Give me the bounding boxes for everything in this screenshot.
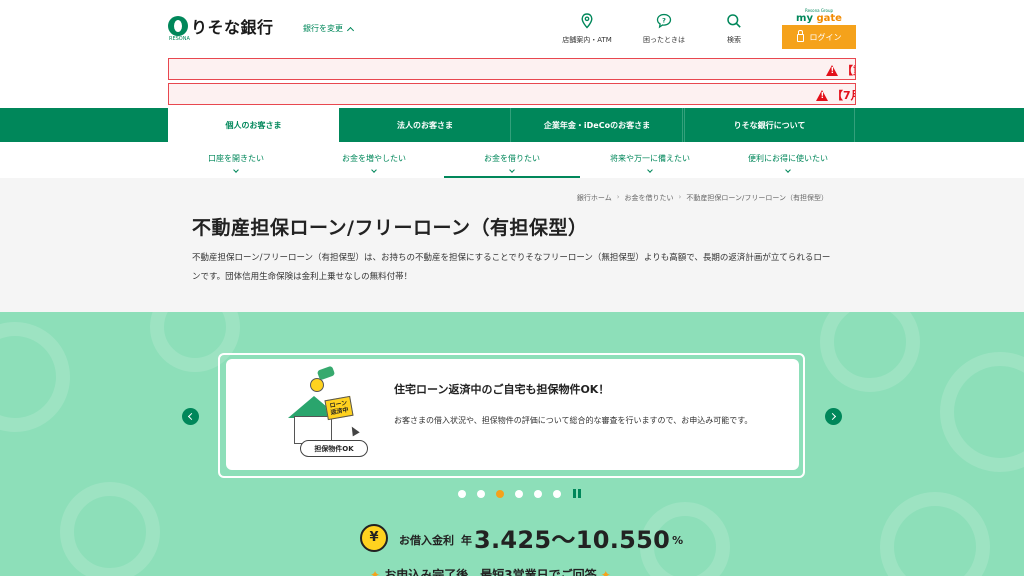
- carousel-dot[interactable]: [515, 489, 523, 498]
- loan-tag-line2: 返済中: [330, 406, 350, 417]
- chevron-down-icon: [785, 167, 791, 173]
- mygate-logo-text: my gate: [782, 13, 856, 24]
- logo-subtext: RESONA: [169, 36, 190, 42]
- rate-prefix: 年: [461, 534, 472, 547]
- main-nav-pension-ideco[interactable]: 企業年金・iDeCoのお客さま: [512, 108, 683, 142]
- background-decoration: [60, 482, 160, 576]
- sparkle-icon: ✦: [370, 568, 385, 576]
- nav-store-atm[interactable]: 店舗案内・ATM: [558, 13, 616, 45]
- cursor-icon: [348, 424, 360, 437]
- warning-icon: [816, 89, 828, 101]
- response-time-note: ✦ お申込み完了後、最短3営業日でご回答 ✦: [370, 566, 611, 576]
- response-time-text: お申込み完了後、最短3営業日でご回答: [384, 568, 597, 576]
- chevron-down-icon: [509, 167, 515, 173]
- bank-change-label: 銀行を変更: [303, 24, 343, 33]
- site-header: りそな銀行 RESONA 銀行を変更 店舗案内・ATM ? 困ったときは 検索 …: [0, 0, 1024, 56]
- page-description: 不動産担保ローン/フリーローン（有担保型）は、お持ちの不動産を担保にすることでり…: [192, 253, 831, 282]
- sub-nav-label: 口座を開きたい: [208, 154, 264, 163]
- alert-text: 【重: [842, 64, 855, 77]
- resona-logo[interactable]: りそな銀行: [168, 14, 274, 38]
- carousel-dot[interactable]: [553, 489, 561, 498]
- login-button[interactable]: ログイン: [782, 25, 856, 49]
- sub-nav-borrow-money[interactable]: お金を借りたい: [444, 142, 580, 178]
- chevron-down-icon: [647, 167, 653, 173]
- background-decoration: [0, 322, 70, 432]
- collateral-ok-badge: 担保物件OK: [300, 440, 368, 457]
- yen-coin-icon: ¥: [360, 523, 388, 552]
- carousel-dot-active[interactable]: [496, 489, 504, 498]
- chevron-down-icon: [233, 167, 239, 173]
- sparkle-icon: ✦: [596, 568, 611, 576]
- background-decoration: [880, 492, 990, 576]
- search-icon: [727, 14, 741, 28]
- breadcrumb-separator: ›: [616, 193, 620, 201]
- breadcrumb-borrow[interactable]: お金を借りたい: [625, 193, 674, 203]
- carousel-indicators: [458, 489, 581, 498]
- breadcrumb: 銀行ホーム › お金を借りたい › 不動産担保ローン/フリーローン（有担保型）: [577, 193, 828, 203]
- chevron-down-icon: [371, 167, 377, 173]
- help-bubble-icon: ?: [656, 13, 672, 29]
- bank-change-toggle[interactable]: 銀行を変更: [303, 23, 355, 34]
- logo-text: りそな銀行: [191, 18, 274, 37]
- carousel-dot[interactable]: [534, 489, 542, 498]
- breadcrumb-home[interactable]: 銀行ホーム: [577, 193, 612, 203]
- page-title: 不動産担保ローン/フリーローン（有担保型）: [192, 217, 588, 239]
- nav-help[interactable]: ? 困ったときは: [638, 13, 690, 45]
- nav-search[interactable]: 検索: [719, 13, 749, 45]
- nav-search-label: 検索: [727, 36, 741, 44]
- chevron-right-icon: [828, 412, 837, 421]
- nav-help-label: 困ったときは: [643, 36, 685, 44]
- alert-text: 【7月: [832, 89, 855, 102]
- breadcrumb-separator: ›: [678, 193, 682, 201]
- svg-text:?: ?: [662, 16, 666, 24]
- breadcrumb-current: 不動産担保ローン/フリーローン（有担保型）: [686, 194, 828, 202]
- carousel-dot[interactable]: [477, 489, 485, 498]
- login-button-label: ログイン: [809, 32, 842, 42]
- background-decoration: [820, 312, 920, 392]
- slide-text: お客さまの借入状況や、担保物件の評価について総合的な審査を行いますので、お申込み…: [394, 416, 753, 425]
- carousel-prev-button[interactable]: [182, 408, 199, 425]
- sub-nav-grow-money[interactable]: お金を増やしたい: [306, 142, 442, 178]
- chevron-left-icon: [187, 412, 196, 421]
- sub-nav-open-account[interactable]: 口座を開きたい: [168, 142, 304, 178]
- page-header: 銀行ホーム › お金を借りたい › 不動産担保ローン/フリーローン（有担保型） …: [0, 178, 1024, 312]
- coin-icon: [310, 378, 324, 392]
- main-nav-corporate[interactable]: 法人のお客さま: [340, 108, 511, 142]
- carousel-dot[interactable]: [458, 489, 466, 498]
- rate-unit: %: [672, 534, 684, 547]
- house-illustration: ローン 返済中 担保物件OK: [284, 365, 374, 460]
- resona-logo-mark-icon: [168, 16, 188, 36]
- carousel-next-button[interactable]: [825, 408, 842, 425]
- carousel-slide[interactable]: ローン 返済中 担保物件OK 住宅ローン返済中のご自宅も担保物件OK！ お客さま…: [226, 359, 799, 470]
- hero-carousel: ローン 返済中 担保物件OK 住宅ローン返済中のご自宅も担保物件OK！ お客さま…: [0, 312, 1024, 576]
- warning-icon: [826, 64, 838, 76]
- slide-title: 住宅ローン返済中のご自宅も担保物件OK！: [394, 383, 610, 396]
- sub-nav: 口座を開きたい お金を増やしたい お金を借りたい 将来や万一に備えたい 便利にお…: [0, 142, 1024, 178]
- sub-nav-label: お金を増やしたい: [342, 154, 406, 163]
- alert-banner[interactable]: 【重: [168, 58, 856, 80]
- loan-repaying-tag: ローン 返済中: [324, 395, 354, 421]
- sub-nav-convenient[interactable]: 便利にお得に使いたい: [720, 142, 856, 178]
- mygate-logo-pre: my: [796, 13, 817, 24]
- main-nav-about[interactable]: りそな銀行について: [684, 108, 855, 142]
- sub-nav-label: お金を借りたい: [484, 154, 540, 163]
- main-nav-personal[interactable]: 個人のお客さま: [168, 108, 339, 142]
- nav-store-atm-label: 店舗案内・ATM: [562, 36, 612, 44]
- sub-nav-label: 将来や万一に備えたい: [610, 154, 690, 163]
- rate-label: お借入金利: [399, 534, 454, 547]
- lock-icon: [796, 30, 804, 42]
- main-nav: 個人のお客さま 法人のお客さま 企業年金・iDeCoのお客さま りそな銀行につい…: [0, 108, 1024, 142]
- background-decoration: [940, 352, 1024, 472]
- interest-rate: ¥ お借入金利 年 3.425～10.550 %: [360, 520, 683, 555]
- pause-icon[interactable]: [573, 489, 581, 498]
- rate-value: 3.425～10.550: [474, 526, 671, 554]
- sub-nav-prepare-future[interactable]: 将来や万一に備えたい: [582, 142, 718, 178]
- mygate-logo-post: gate: [816, 13, 842, 24]
- location-pin-icon: [581, 13, 593, 29]
- alert-banner[interactable]: 【7月: [168, 83, 856, 105]
- sub-nav-label: 便利にお得に使いたい: [748, 154, 828, 163]
- mygate-logo[interactable]: Resona Group my gate: [782, 8, 856, 24]
- chevron-up-icon: [346, 26, 355, 34]
